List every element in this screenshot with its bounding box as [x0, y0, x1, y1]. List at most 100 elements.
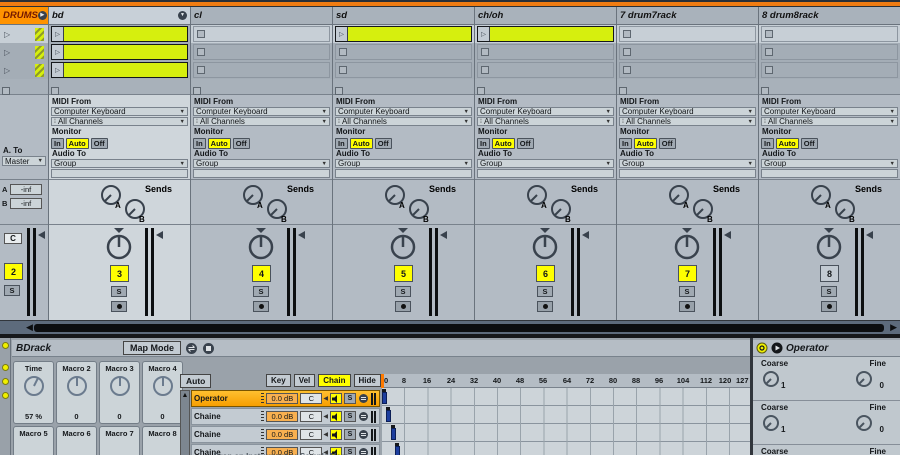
pan-knob[interactable] — [811, 227, 847, 263]
horizontal-scrollbar[interactable]: ◀ ▶ — [0, 320, 900, 334]
device-fold-icon[interactable] — [771, 342, 783, 354]
clip-slot[interactable]: ▷ — [333, 25, 474, 43]
monitor-off-button[interactable]: Off — [91, 138, 108, 149]
clip-play-button[interactable]: ▷ — [52, 27, 64, 41]
track-activator[interactable]: 4 — [252, 265, 271, 282]
track-header[interactable]: 7 drum7rack — [617, 7, 758, 25]
hot-swap-icon[interactable] — [185, 342, 198, 355]
midi-from-chooser[interactable]: Computer Keyboard▼ — [51, 107, 188, 116]
monitor-off-button[interactable]: Off — [659, 138, 676, 149]
play-icon[interactable]: ▷ — [4, 30, 10, 39]
chain-solo-button[interactable]: S — [344, 411, 356, 422]
clip-play-button[interactable]: ▷ — [478, 27, 490, 41]
clip[interactable]: ▷ — [335, 26, 472, 42]
clip-slot[interactable] — [191, 61, 332, 79]
audio-to-chooser[interactable]: Group▼ — [335, 159, 472, 168]
clip-slot[interactable]: ▷ — [49, 43, 190, 61]
chain-volume[interactable]: 0.0 dB — [266, 411, 298, 422]
audio-to-sub-chooser[interactable] — [335, 169, 472, 178]
clip-play-button[interactable]: ▷ — [336, 27, 348, 41]
arm-button[interactable] — [111, 301, 127, 312]
track-header[interactable]: 8 drum8rack — [759, 7, 900, 25]
chain-row[interactable]: Chaine 0.0 dB C ◀ S — [191, 426, 380, 443]
clip-slot[interactable] — [759, 25, 900, 43]
clip-slot[interactable]: ▷ — [49, 61, 190, 79]
chain-mute-button[interactable] — [330, 393, 342, 404]
monitor-auto-button[interactable]: Auto — [634, 138, 657, 149]
clip-stop-button[interactable] — [197, 66, 205, 74]
chain-pan[interactable]: C — [300, 429, 322, 440]
solo-button[interactable]: S — [395, 286, 411, 297]
scroll-up-icon[interactable]: ▲ — [182, 392, 189, 399]
play-icon[interactable]: ▷ — [4, 48, 10, 57]
clip[interactable]: ▷ — [51, 62, 188, 78]
volume-handle[interactable] — [440, 231, 447, 239]
clip-stop-button[interactable] — [197, 48, 205, 56]
clip-stop-button[interactable] — [339, 48, 347, 56]
chain-row[interactable]: Chaine 0.0 dB C ◀ S — [191, 408, 380, 425]
scroll-left-icon[interactable]: ◀ — [26, 322, 33, 333]
pan-knob[interactable] — [527, 227, 563, 263]
audio-to-chooser[interactable]: Group▼ — [51, 159, 188, 168]
track-activator[interactable]: 7 — [678, 265, 697, 282]
stop-slot[interactable] — [617, 79, 758, 94]
clip-stop-button[interactable] — [623, 66, 631, 74]
clip-slot[interactable] — [759, 43, 900, 61]
macro-knob[interactable] — [107, 373, 133, 399]
chain-hot-swap-button[interactable] — [358, 393, 369, 404]
chain-list-scrollbar[interactable]: ▲ — [180, 390, 190, 455]
chain-pan[interactable]: C — [300, 411, 322, 422]
group-pan-control[interactable]: C — [4, 233, 22, 244]
audio-to-sub-chooser[interactable] — [619, 169, 756, 178]
stop-slot[interactable] — [759, 79, 900, 94]
volume-handle[interactable] — [866, 231, 873, 239]
coarse-knob[interactable] — [761, 370, 781, 390]
volume-handle[interactable] — [298, 231, 305, 239]
clip-play-button[interactable]: ▷ — [52, 45, 64, 59]
clip-stop-button[interactable] — [619, 87, 627, 95]
solo-button[interactable]: S — [111, 286, 127, 297]
scroll-right-icon[interactable]: ▶ — [890, 322, 897, 333]
clip-stop-button[interactable] — [761, 87, 769, 95]
monitor-in-button[interactable]: In — [335, 138, 348, 149]
track-fold-icon[interactable]: ▼ — [178, 11, 187, 20]
chain-volume[interactable]: 0.0 dB — [266, 429, 298, 440]
clip-stop-button[interactable] — [623, 48, 631, 56]
clip-stop-button[interactable] — [51, 87, 59, 95]
midi-from-chooser[interactable]: Computer Keyboard▼ — [477, 107, 614, 116]
clip-stop-button[interactable] — [2, 87, 10, 95]
fine-knob[interactable] — [854, 414, 874, 434]
chain-volume[interactable]: 0.0 dB — [266, 393, 298, 404]
track-activator[interactable]: 6 — [536, 265, 555, 282]
sends-knobs[interactable]: A B Sends — [191, 180, 333, 225]
sends-knobs[interactable]: A B Sends — [49, 180, 191, 225]
chain-hot-swap-button[interactable] — [358, 411, 369, 422]
clip-slot[interactable]: ▷ — [475, 25, 616, 43]
key-zone-editor[interactable] — [381, 388, 750, 455]
pan-knob[interactable] — [385, 227, 421, 263]
group-volume-handle[interactable] — [38, 231, 45, 239]
chain-view-toggle[interactable] — [2, 378, 9, 385]
monitor-auto-button[interactable]: Auto — [66, 138, 89, 149]
monitor-in-button[interactable]: In — [51, 138, 64, 149]
chain-solo-button[interactable]: S — [344, 429, 356, 440]
monitor-off-button[interactable]: Off — [517, 138, 534, 149]
midi-channel-chooser[interactable]: ⁞All Channels▼ — [193, 117, 330, 126]
pan-knob[interactable] — [101, 227, 137, 263]
clip-slot[interactable] — [759, 61, 900, 79]
midi-channel-chooser[interactable]: ⁞All Channels▼ — [477, 117, 614, 126]
clip-stop-button[interactable] — [481, 66, 489, 74]
zone-position-marker[interactable] — [381, 374, 384, 388]
clip-slot[interactable] — [191, 43, 332, 61]
volume-handle[interactable] — [724, 231, 731, 239]
save-preset-icon[interactable] — [202, 342, 215, 355]
group-clip-slot[interactable]: ▷ — [0, 43, 48, 61]
chain-mute-button[interactable] — [330, 429, 342, 440]
track-header[interactable]: ch/oh — [475, 7, 616, 25]
chain-pan[interactable]: C — [300, 393, 322, 404]
audio-to-sub-chooser[interactable] — [193, 169, 330, 178]
device-activator-icon[interactable] — [756, 342, 768, 354]
audio-to-chooser[interactable]: Group▼ — [619, 159, 756, 168]
group-clip-slot[interactable]: ▷ — [0, 61, 48, 79]
monitor-off-button[interactable]: Off — [801, 138, 818, 149]
